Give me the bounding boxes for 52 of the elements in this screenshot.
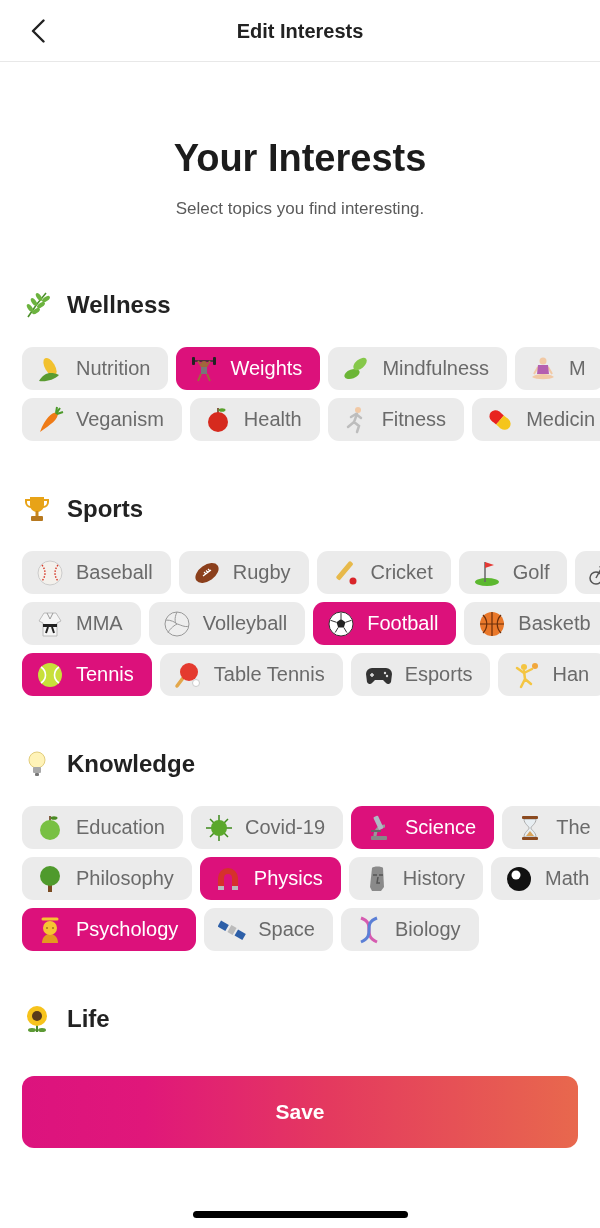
section-title: Life <box>67 1004 110 1034</box>
virus-icon <box>204 813 233 842</box>
interest-chip[interactable]: Volleyball <box>148 602 306 645</box>
section-title: Wellness <box>67 290 171 320</box>
interest-chip[interactable]: MMA <box>22 602 141 645</box>
weightlifter-icon <box>190 354 219 383</box>
back-button[interactable] <box>31 18 45 43</box>
interest-chip[interactable]: Covid-19 <box>190 806 343 849</box>
interest-chip[interactable]: Fitness <box>327 398 465 441</box>
interest-chip[interactable]: M <box>515 347 600 390</box>
interest-chip[interactable]: Space <box>204 908 333 951</box>
tennis-ball-icon <box>36 660 64 689</box>
trophy-icon <box>23 495 51 523</box>
interest-chip[interactable]: Veganism <box>22 398 182 441</box>
section-title: Knowledge <box>67 749 195 779</box>
interest-chip[interactable]: Nutrition <box>22 347 169 390</box>
interest-chip[interactable]: Cricket <box>316 551 451 594</box>
interest-chip[interactable]: Medicin <box>472 398 600 441</box>
volleyball-icon <box>162 609 191 638</box>
interest-chip[interactable]: History <box>348 857 483 900</box>
baseball-icon <box>36 558 64 587</box>
interest-chip[interactable]: Golf <box>458 551 568 594</box>
interest-chip[interactable]: Health <box>189 398 320 441</box>
interest-chip[interactable]: Education <box>22 806 183 849</box>
interest-chip[interactable]: Weights <box>176 347 321 390</box>
interest-chip[interactable]: Math <box>491 857 600 900</box>
interest-chip[interactable]: Mindfulness <box>328 347 508 390</box>
screen-heading: Your Interests <box>173 136 427 181</box>
interest-chip[interactable]: The <box>502 806 600 849</box>
page-title: Edit Interests <box>235 18 365 43</box>
interest-chip[interactable]: Table Tennis <box>159 653 343 696</box>
karate-uniform-icon <box>36 609 64 638</box>
interest-chip[interactable]: Biology <box>341 908 479 951</box>
interest-chip[interactable]: Psychology <box>22 908 197 951</box>
interest-chip[interactable]: Baseball <box>22 551 171 594</box>
section-title: Sports <box>67 494 143 524</box>
interest-chip[interactable]: Esports <box>350 653 491 696</box>
basketball-icon <box>478 609 507 638</box>
interest-chip[interactable]: Philosophy <box>22 857 192 900</box>
interest-chip[interactable]: Football <box>313 602 457 645</box>
eight-ball-icon <box>505 864 533 893</box>
screen-subtitle: Select topics you find interesting. <box>175 198 425 220</box>
interest-chip[interactable]: Rugby <box>178 551 309 594</box>
interest-chip[interactable]: Science <box>351 806 495 849</box>
interest-chip[interactable]: Basketb <box>464 602 600 645</box>
ping-pong-paddle-icon <box>173 660 202 689</box>
save-button[interactable]: Save <box>22 1076 578 1148</box>
interest-chip[interactable]: Tennis <box>22 653 152 696</box>
interest-chip[interactable]: Physics <box>199 857 341 900</box>
chevron-left-icon <box>31 18 45 43</box>
soccer-ball-icon <box>327 609 356 638</box>
interest-chip[interactable]: Han <box>498 653 600 696</box>
